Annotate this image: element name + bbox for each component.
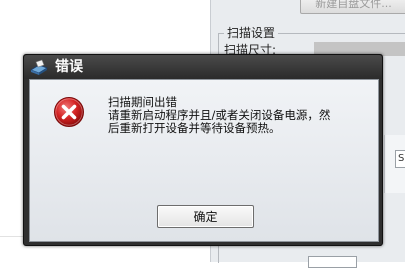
new-file-button[interactable]: 新建自盘文件... <box>300 0 405 14</box>
scanner-icon <box>30 59 48 75</box>
error-message: 扫描期间出错 请重新启动程序并且/或者关闭设备电源，然 后重新打开设备并等待设备… <box>108 96 373 135</box>
error-dialog: 错误 扫描期间出错 请重新启动程序并且/或者关闭设备电源，然 后重新打开设备并等… <box>23 54 383 246</box>
background-combo[interactable]: S <box>395 150 405 168</box>
dialog-body: 扫描期间出错 请重新启动程序并且/或者关闭设备电源，然 后重新打开设备并等待设备… <box>29 79 379 242</box>
dialog-title-bar[interactable]: 错误 <box>24 55 382 79</box>
error-message-line: 后重新打开设备并等待设备预热。 <box>108 121 281 135</box>
scan-settings-group-label: 扫描设置 <box>224 24 279 41</box>
dialog-title: 错误 <box>55 59 83 75</box>
ok-button[interactable]: 确定 <box>157 205 254 228</box>
background-bottom-field[interactable] <box>308 256 357 268</box>
error-icon <box>53 96 85 128</box>
